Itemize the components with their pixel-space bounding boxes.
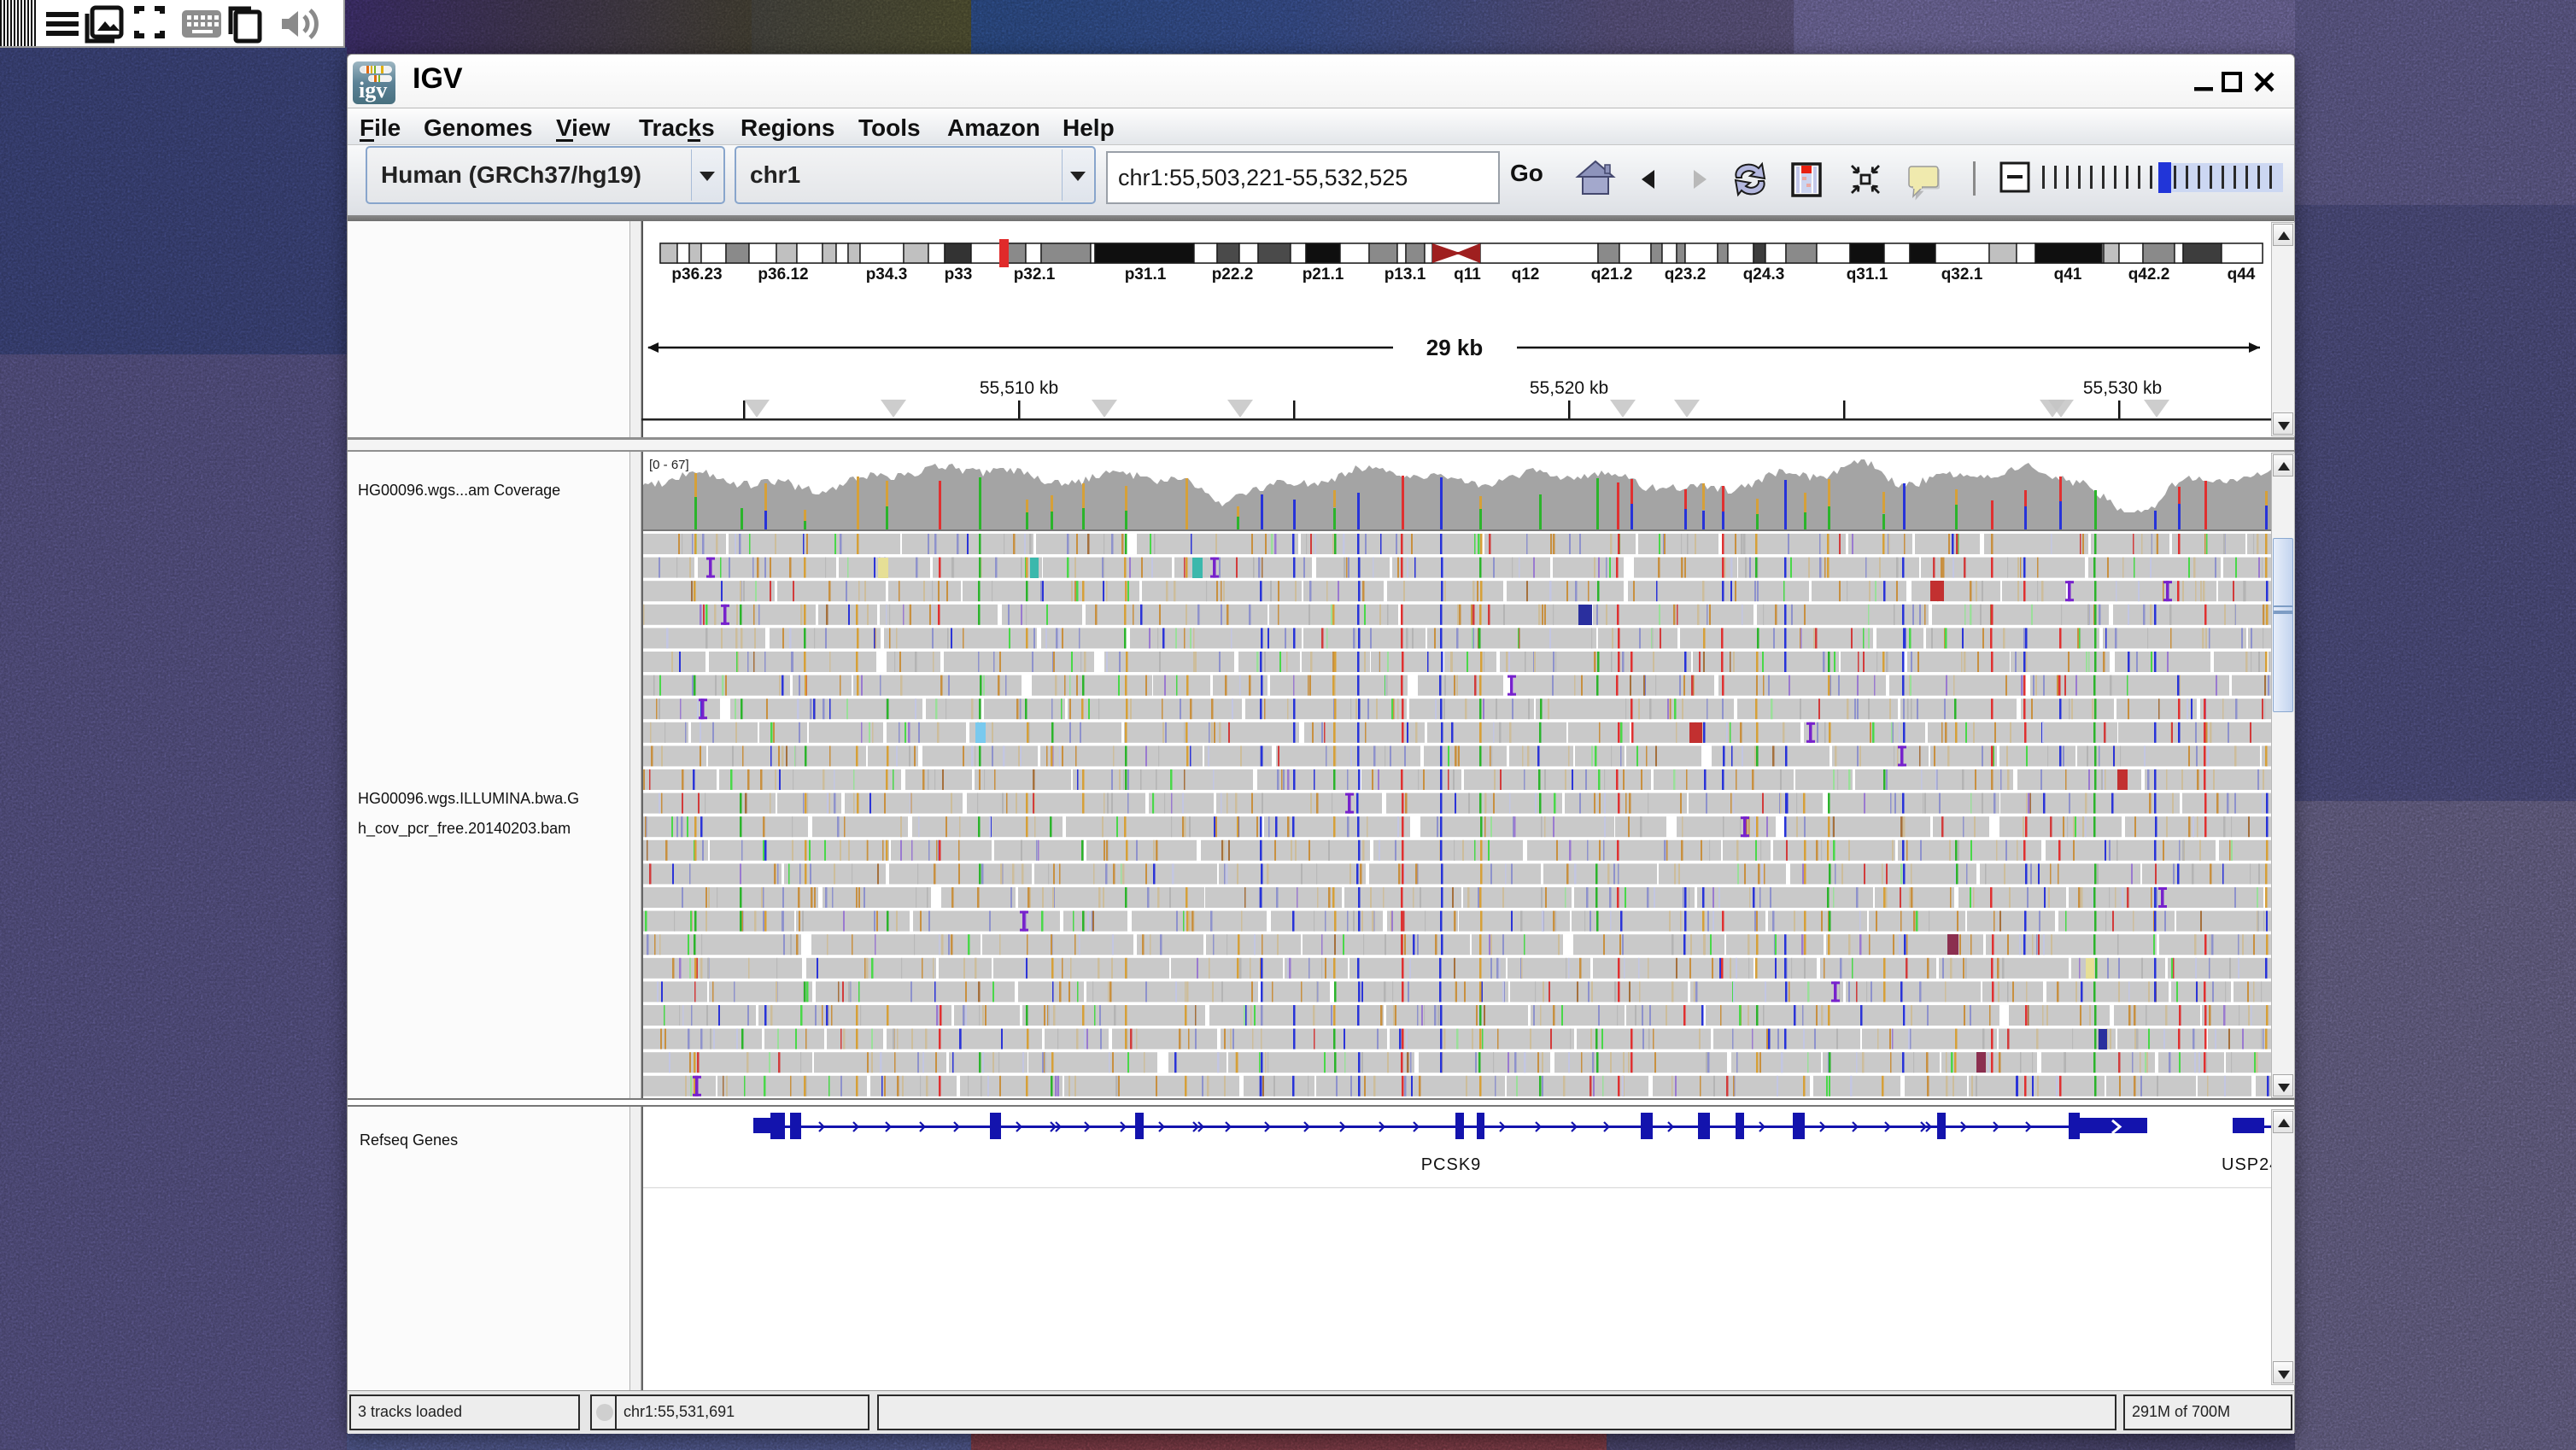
svg-text:p34.3: p34.3 [866, 266, 908, 284]
svg-text:55,510 kb: 55,510 kb [980, 378, 1058, 398]
svg-text:p21.1: p21.1 [1303, 266, 1344, 284]
svg-text:PCSK9: PCSK9 [1421, 1155, 1482, 1174]
svg-text:p32.1: p32.1 [1014, 266, 1056, 284]
svg-text:q41: q41 [2054, 266, 2082, 284]
svg-text:p22.2: p22.2 [1212, 266, 1254, 284]
svg-text:USP24: USP24 [2222, 1155, 2271, 1174]
svg-text:[0 - 67]: [0 - 67] [649, 458, 689, 472]
svg-text:p33: p33 [945, 266, 973, 284]
svg-text:p36.12: p36.12 [758, 266, 808, 284]
svg-text:q21.2: q21.2 [1591, 266, 1633, 284]
svg-text:q23.2: q23.2 [1665, 266, 1707, 284]
svg-text:p31.1: p31.1 [1125, 266, 1167, 284]
svg-text:q31.1: q31.1 [1847, 266, 1888, 284]
svg-text:q42.2: q42.2 [2128, 266, 2170, 284]
svg-text:q24.3: q24.3 [1743, 266, 1785, 284]
svg-text:55,530 kb: 55,530 kb [2083, 378, 2162, 398]
svg-text:55,520 kb: 55,520 kb [1530, 378, 1608, 398]
svg-text:q32.1: q32.1 [1941, 266, 1983, 284]
svg-text:igv: igv [359, 78, 387, 102]
svg-text:p36.23: p36.23 [671, 266, 722, 284]
svg-text:p13.1: p13.1 [1385, 266, 1426, 284]
svg-text:q44: q44 [2228, 266, 2256, 284]
svg-text:q11: q11 [1454, 266, 1481, 284]
svg-text:q12: q12 [1512, 266, 1540, 284]
svg-text:29 kb: 29 kb [1426, 335, 1484, 360]
